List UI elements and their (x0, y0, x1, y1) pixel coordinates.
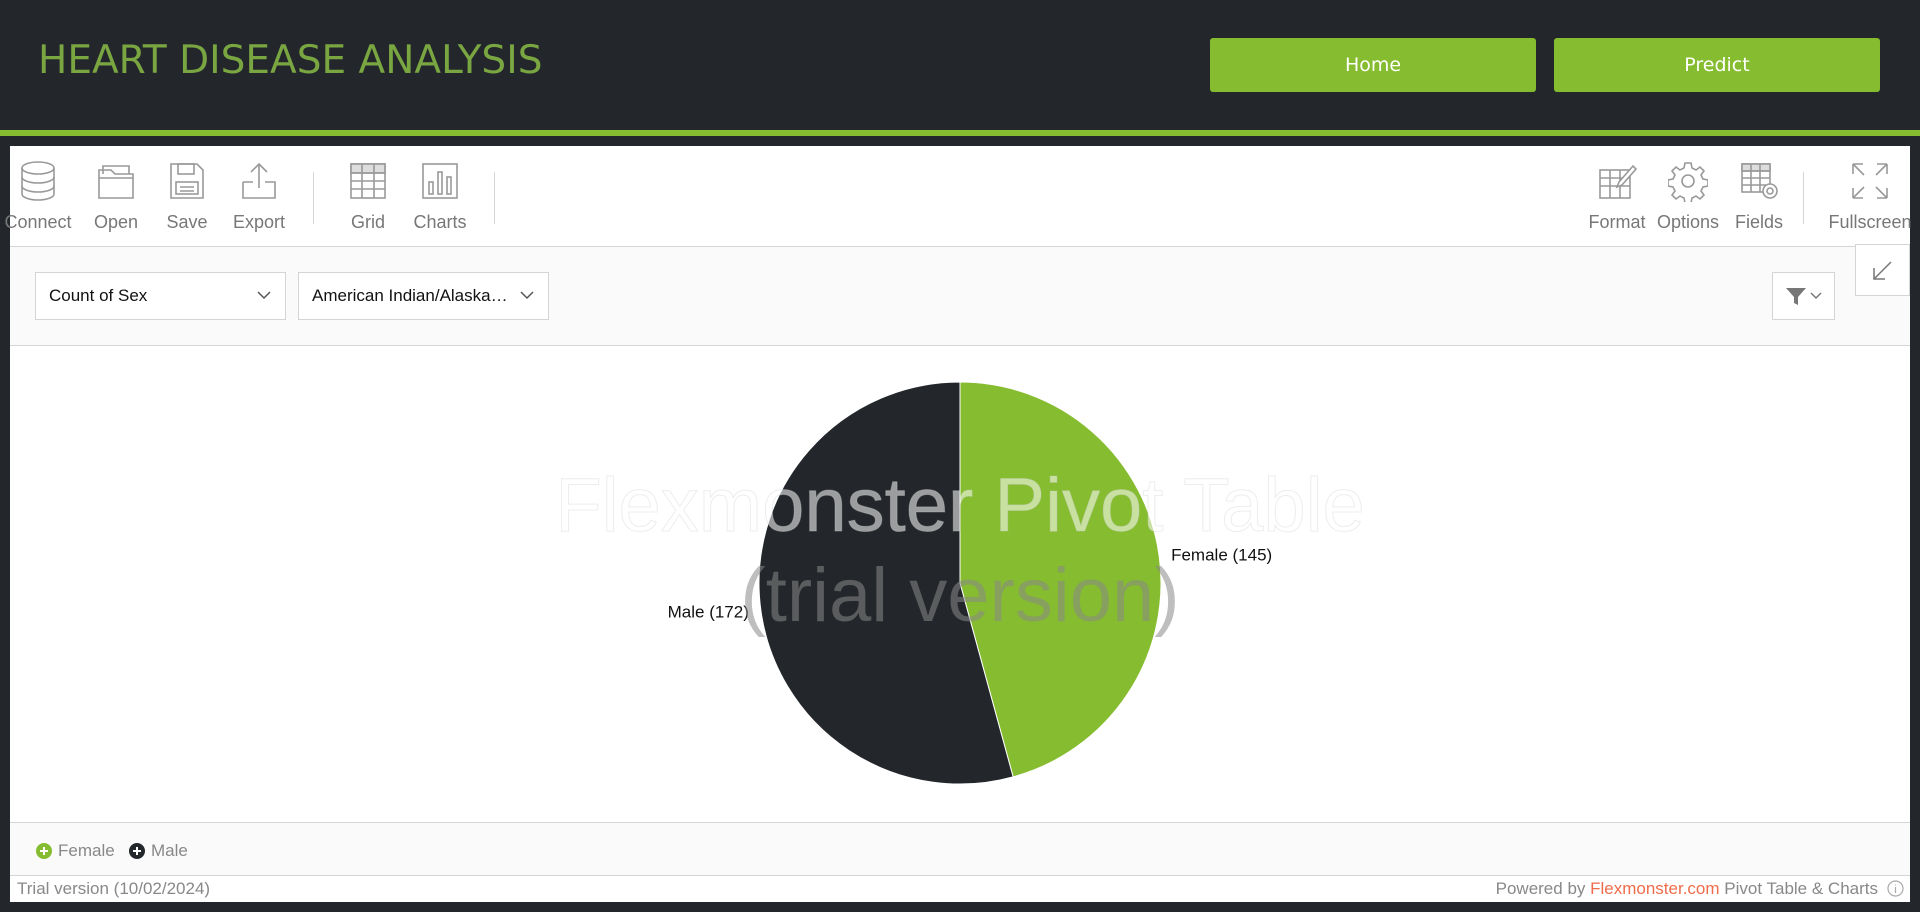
header-accent-bar (0, 130, 1920, 136)
options-button[interactable]: Options (1652, 160, 1724, 236)
grid-table-icon (350, 163, 386, 199)
charts-label: Charts (413, 212, 467, 232)
pie-label-female: Female (145) (1171, 546, 1272, 565)
fullscreen-arrows-icon (1852, 163, 1888, 199)
filter-button[interactable] (1772, 272, 1835, 320)
legend-label-female: Female (58, 841, 115, 860)
bar-chart-icon (422, 163, 458, 199)
fields-table-gear-icon (1741, 163, 1778, 199)
measure-dropdown-value: Count of Sex (49, 286, 148, 305)
watermark-line-2: (trial version) (740, 553, 1179, 638)
race-filter-value: American Indian/Alaskan Native (312, 286, 516, 305)
options-label: Options (1656, 212, 1720, 232)
plus-circle-icon (36, 843, 52, 859)
info-icon[interactable] (1887, 880, 1904, 897)
toolbar-separator (313, 172, 314, 224)
collapse-arrow-icon (1873, 261, 1892, 280)
fields-button[interactable]: Fields (1723, 160, 1795, 236)
gear-icon (1668, 162, 1708, 202)
format-button[interactable]: Format (1581, 160, 1653, 236)
format-label: Format (1588, 212, 1646, 232)
chart-filter-bar: Count of Sex American Indian/Alaskan Nat… (10, 247, 1910, 346)
trial-version-text: Trial version (10/02/2024) (17, 879, 211, 898)
plus-circle-icon (129, 843, 145, 859)
open-label: Open (93, 212, 139, 232)
charts-button[interactable]: Charts (404, 160, 476, 236)
pivot-toolbar: Connect Open Save Export Grid Charts For… (4, 146, 1912, 247)
chevron-down-icon (257, 291, 271, 300)
legend-item-female[interactable]: Female (36, 841, 115, 861)
funnel-filter-icon (1786, 288, 1822, 305)
pie-chart: Female (145) Male (172) Flexmonster Pivot… (555, 381, 1365, 785)
home-button[interactable]: Home (1210, 38, 1536, 92)
grid-label: Grid (350, 212, 385, 232)
toolbar-separator (1803, 172, 1804, 224)
race-filter-dropdown[interactable]: American Indian/Alaskan Native (298, 272, 549, 320)
floppy-disk-icon (170, 163, 204, 199)
powered-by-text: Powered by Flexmonster.com Pivot Table &… (1496, 879, 1878, 899)
app-title: HEART DISEASE ANALYSIS (38, 38, 543, 83)
powered-by-prefix: Powered by (1495, 879, 1591, 898)
export-upload-icon (242, 162, 276, 199)
fullscreen-button[interactable]: Fullscreen (1828, 160, 1912, 236)
flexmonster-link[interactable]: Flexmonster.com (1590, 879, 1719, 898)
chart-legend: Female Male (10, 822, 1910, 876)
open-button[interactable]: Open (80, 160, 152, 236)
pivot-table-container: Connect Open Save Export Grid Charts For… (4, 146, 1912, 902)
export-button[interactable]: Export (223, 160, 295, 236)
fullscreen-label: Fullscreen (1828, 212, 1912, 232)
powered-by-suffix: Pivot Table & Charts (1719, 879, 1878, 898)
pivot-footer: Trial version (10/02/2024) Powered by Fl… (10, 876, 1910, 902)
measure-dropdown[interactable]: Count of Sex (35, 272, 286, 320)
chevron-down-icon (520, 291, 534, 300)
legend-item-male[interactable]: Male (129, 841, 188, 861)
legend-label-male: Male (151, 841, 188, 860)
connect-label: Connect (4, 212, 72, 232)
collapse-toolbar-button[interactable] (1855, 244, 1910, 296)
pie-label-male: Male (172) (668, 602, 749, 621)
predict-button[interactable]: Predict (1554, 38, 1880, 92)
folder-icon (98, 165, 134, 199)
database-icon (21, 161, 55, 201)
watermark-line-1: Flexmonster Pivot Table (555, 463, 1365, 548)
format-pencil-icon (1599, 164, 1637, 199)
connect-button[interactable]: Connect (2, 160, 74, 236)
chart-area: Female (145) Male (172) Flexmonster Pivot… (10, 346, 1910, 821)
toolbar-separator (494, 172, 495, 224)
save-button[interactable]: Save (151, 160, 223, 236)
grid-button[interactable]: Grid (332, 160, 404, 236)
fields-label: Fields (1734, 212, 1783, 232)
app-header: HEART DISEASE ANALYSIS Home Predict (0, 0, 1920, 130)
save-label: Save (166, 212, 208, 232)
export-label: Export (232, 212, 286, 232)
